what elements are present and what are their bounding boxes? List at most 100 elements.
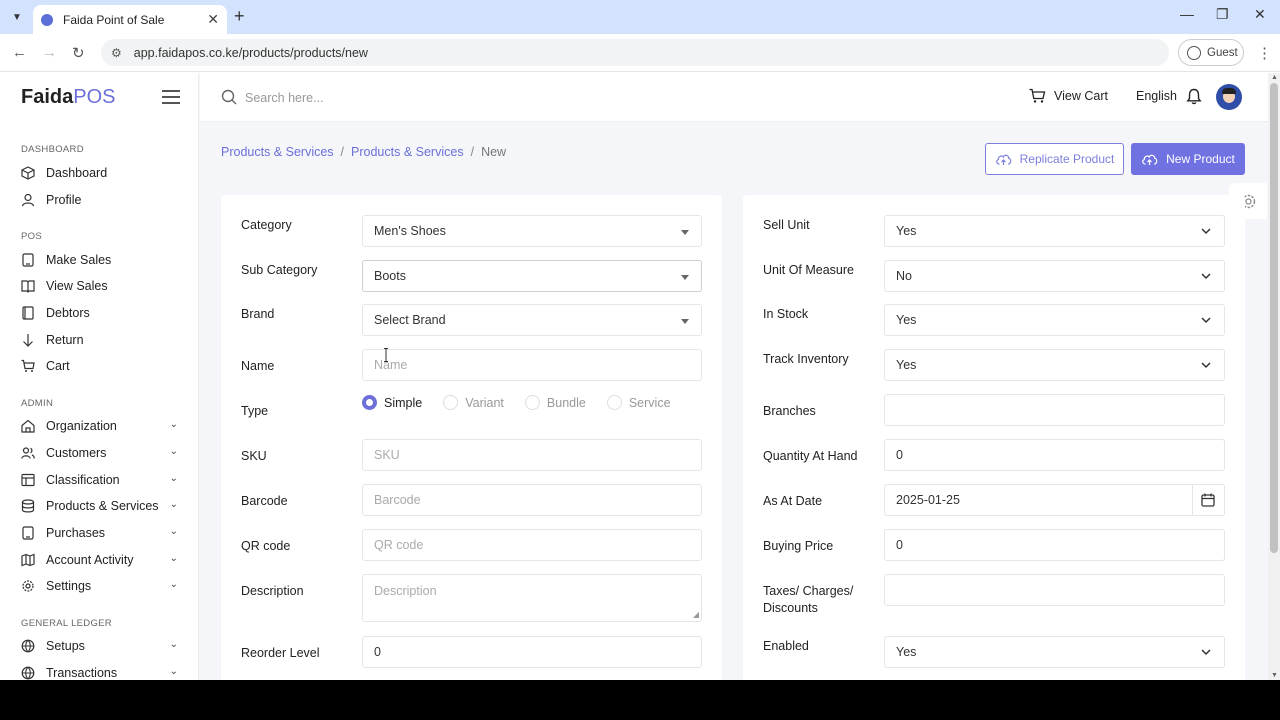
barcode-input[interactable]: Barcode xyxy=(362,484,702,516)
radio-dot xyxy=(606,395,622,410)
sidebar-item-classification[interactable]: Classification ⌄ xyxy=(21,470,181,490)
resize-grip-icon[interactable]: ◢ xyxy=(693,610,699,619)
reorder-level-input[interactable]: 0 xyxy=(362,636,702,668)
taxes-select[interactable] xyxy=(884,574,1225,606)
chevron-down-icon: ⌄ xyxy=(169,553,178,564)
category-select[interactable]: Men's Shoes xyxy=(362,215,702,247)
sell-unit-label: Sell Unit xyxy=(763,218,810,232)
sidebar-item-cart[interactable]: Cart xyxy=(21,356,181,376)
radio-label: Variant xyxy=(465,395,504,410)
as-at-date-input[interactable]: 2025-01-25 xyxy=(884,484,1225,516)
name-input[interactable]: Name xyxy=(362,349,702,381)
back-icon[interactable]: ← xyxy=(12,44,27,61)
type-radio-bundle[interactable]: Bundle xyxy=(524,395,586,410)
sidebar-item-settings[interactable]: Settings ⌄ xyxy=(21,576,181,596)
calendar-icon[interactable] xyxy=(1201,493,1215,507)
unit-of-measure-select[interactable]: No xyxy=(884,260,1225,292)
tab-search-icon[interactable]: ▼ xyxy=(6,7,28,27)
avatar[interactable] xyxy=(1216,84,1242,110)
close-tab-icon[interactable]: ✕ xyxy=(207,11,219,28)
type-radio-variant[interactable]: Variant xyxy=(443,395,504,410)
qr-code-input[interactable]: QR code xyxy=(362,529,702,561)
in-stock-select[interactable]: Yes xyxy=(884,304,1225,336)
quantity-at-hand-input[interactable]: 0 xyxy=(884,439,1225,471)
search-input[interactable] xyxy=(245,87,495,109)
chevron-down-icon xyxy=(1201,362,1211,369)
sell-unit-select[interactable]: Yes xyxy=(884,215,1225,247)
users-icon xyxy=(21,446,35,460)
sidebar-item-return[interactable]: Return xyxy=(21,330,181,350)
chevron-down-icon: ⌄ xyxy=(169,473,178,484)
enabled-select[interactable]: Yes xyxy=(884,636,1225,668)
chevron-down-icon: ⌄ xyxy=(169,419,178,430)
app-logo[interactable]: FaidaPOS xyxy=(21,86,116,109)
unit-of-measure-label: Unit Of Measure xyxy=(763,263,855,277)
unit-of-measure-value: No xyxy=(896,269,912,283)
site-info-icon[interactable]: ⚙ xyxy=(111,46,122,60)
breadcrumb-level2[interactable]: Products & Services xyxy=(351,145,464,159)
sidebar-item-label: Make Sales xyxy=(46,253,112,267)
sidebar-item-transactions[interactable]: Transactions ⌄ xyxy=(21,663,181,680)
track-inventory-select[interactable]: Yes xyxy=(884,349,1225,381)
new-tab-icon[interactable]: + xyxy=(234,6,245,27)
cart-icon xyxy=(21,359,35,373)
replicate-product-button[interactable]: Replicate Product xyxy=(985,143,1124,175)
gear-icon xyxy=(21,579,35,593)
buying-price-input[interactable]: 0 xyxy=(884,529,1225,561)
profile-button[interactable]: Guest xyxy=(1178,39,1244,66)
sidebar-item-label: Account Activity xyxy=(46,553,134,567)
replicate-product-label: Replicate Product xyxy=(1019,152,1115,166)
reload-icon[interactable]: ↻ xyxy=(72,44,85,62)
close-window-icon[interactable]: ✕ xyxy=(1254,6,1266,23)
url-field[interactable]: ⚙ app.faidapos.co.ke/products/products/n… xyxy=(101,39,1169,66)
sku-input[interactable]: SKU xyxy=(362,439,702,471)
sidebar-item-organization[interactable]: Organization ⌄ xyxy=(21,416,181,436)
type-radio-service[interactable]: Service xyxy=(606,395,671,410)
breadcrumb-separator: / xyxy=(470,145,475,159)
enabled-value: Yes xyxy=(896,645,917,659)
tablet-icon xyxy=(21,253,35,267)
description-textarea[interactable]: Description ◢ xyxy=(362,574,702,622)
sidebar-item-purchases[interactable]: Purchases ⌄ xyxy=(21,523,181,543)
scroll-down-icon[interactable]: ▼ xyxy=(1271,672,1278,679)
sidebar-item-products-services[interactable]: Products & Services ⌄ xyxy=(21,496,181,516)
view-cart-button[interactable]: View Cart xyxy=(1029,88,1108,104)
browser-menu-icon[interactable]: ⋮ xyxy=(1257,44,1272,62)
sidebar-item-make-sales[interactable]: Make Sales xyxy=(21,250,181,270)
favicon-icon xyxy=(41,13,53,26)
new-product-button[interactable]: New Product xyxy=(1131,143,1245,175)
book-icon xyxy=(21,306,35,320)
sidebar-item-customers[interactable]: Customers ⌄ xyxy=(21,443,181,463)
sidebar-item-view-sales[interactable]: View Sales xyxy=(21,276,181,296)
page-scrollbar[interactable]: ▲ ▼ xyxy=(1268,73,1280,680)
branches-select[interactable] xyxy=(884,394,1225,426)
minimize-icon[interactable]: — xyxy=(1180,6,1194,22)
sub-category-select[interactable]: Boots xyxy=(362,260,702,292)
browser-tab[interactable]: Faida Point of Sale ✕ xyxy=(33,5,227,34)
language-selector[interactable]: English xyxy=(1136,89,1177,103)
brand-select[interactable]: Select Brand xyxy=(362,304,702,336)
menu-toggle-icon[interactable] xyxy=(162,90,180,108)
breadcrumb-level1[interactable]: Products & Services xyxy=(221,145,334,159)
chevron-down-icon: ⌄ xyxy=(169,499,178,510)
chevron-down-icon xyxy=(1201,649,1211,656)
bell-icon[interactable] xyxy=(1186,88,1202,108)
sidebar-item-account-activity[interactable]: Account Activity ⌄ xyxy=(21,550,181,570)
reorder-level-label: Reorder Level xyxy=(241,646,320,660)
maximize-icon[interactable]: ❐ xyxy=(1216,6,1229,23)
scroll-up-icon[interactable]: ▲ xyxy=(1271,74,1278,81)
scrollbar-thumb[interactable] xyxy=(1270,83,1278,553)
sidebar-item-debtors[interactable]: Debtors xyxy=(21,303,181,323)
sidebar-item-setups[interactable]: Setups ⌄ xyxy=(21,636,181,656)
sidebar-item-profile[interactable]: Profile xyxy=(21,190,181,210)
sidebar-item-label: Return xyxy=(46,333,84,347)
map-icon xyxy=(21,553,35,567)
type-radio-simple[interactable]: Simple xyxy=(362,395,422,410)
forward-icon[interactable]: → xyxy=(42,44,57,61)
text-cursor-icon xyxy=(384,348,388,362)
branches-label: Branches xyxy=(763,404,816,418)
cart-icon xyxy=(1029,88,1046,103)
in-stock-label: In Stock xyxy=(763,307,809,321)
globe-icon xyxy=(21,666,35,680)
sidebar-item-dashboard[interactable]: Dashboard xyxy=(21,163,181,183)
